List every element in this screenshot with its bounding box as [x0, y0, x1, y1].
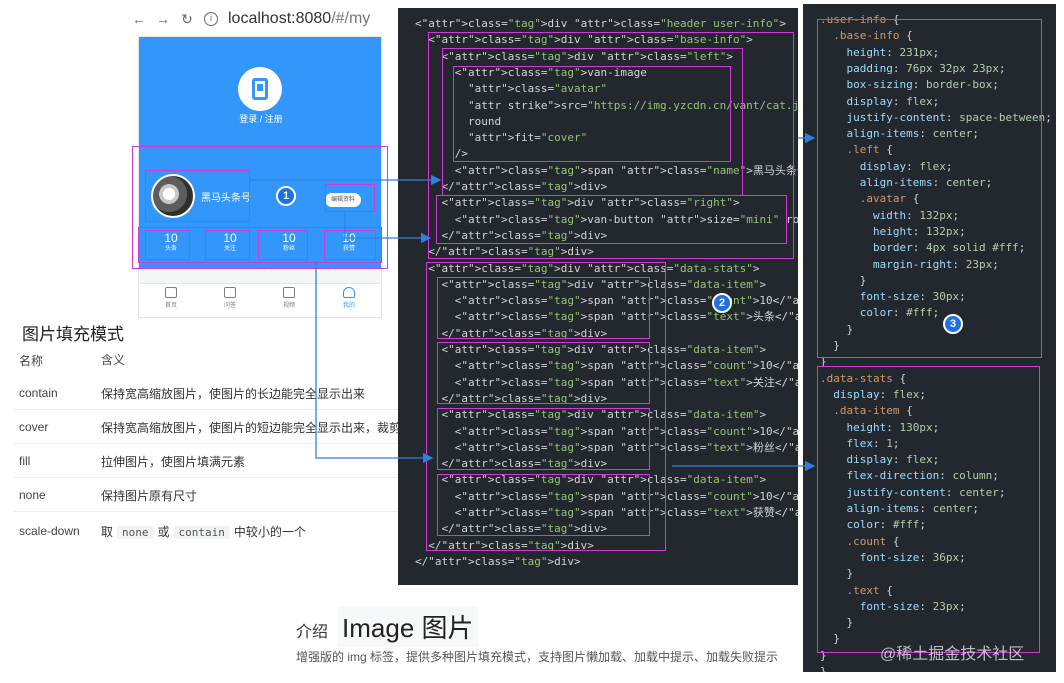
table-row: fill 拉伸图片，使图片填满元素 — [0, 444, 440, 478]
address-bar[interactable]: localhost:8080/#/my — [228, 10, 370, 28]
highlight-right — [325, 184, 375, 212]
url-path: /#/my — [331, 10, 371, 27]
fit-table-header: 名称 含义 — [0, 348, 440, 372]
highlight-right-code — [436, 195, 787, 244]
page-title: Image 图片 — [338, 606, 478, 647]
inline-code: contain — [173, 526, 230, 539]
fit-desc: 保持宽高缩放图片，使图片的长边能完全显示出来 — [101, 387, 366, 401]
highlight-data-item-code — [437, 474, 650, 536]
highlight-data-item-code — [437, 342, 650, 404]
tab-home[interactable]: 首页 — [151, 287, 191, 309]
html-code-line: <"attr">class="tag">div "attr">class="he… — [415, 17, 786, 30]
column-header: 含义 — [101, 353, 126, 367]
tab-qa[interactable]: 问答 — [210, 287, 250, 309]
highlight-data-item — [324, 230, 376, 260]
highlight-base-info-css — [817, 19, 1042, 358]
fit-name: scale-down — [19, 524, 80, 538]
highlight-data-item — [258, 230, 308, 260]
tab-label: 视频 — [282, 303, 295, 309]
tab-video[interactable]: 视频 — [269, 287, 309, 309]
video-icon — [283, 287, 295, 298]
chat-icon — [224, 287, 236, 298]
step-badge: 2 — [712, 293, 732, 313]
intro-description: 增强版的 img 标签，提供多种图片填充模式，支持图片懒加载、加载中提示、加载失… — [296, 650, 779, 664]
highlight-data-item-code — [437, 408, 650, 470]
highlight-data-stats-css — [817, 366, 1040, 653]
browser-toolbar: ← → ↻ i localhost:8080/#/my — [132, 4, 392, 34]
highlight-data-item — [205, 230, 250, 260]
reload-icon[interactable]: ↻ — [180, 11, 194, 28]
table-row: none 保持图片原有尺寸 — [0, 478, 440, 512]
fit-desc: 拉伸图片，使图片填满元素 — [101, 455, 246, 469]
bottom-tabbar: 首页 问答 视频 我的 — [139, 283, 381, 317]
table-row: contain 保持宽高缩放图片，使图片的长边能完全显示出来 — [0, 376, 440, 410]
html-code-line: </"attr">class="tag">div> — [415, 554, 581, 568]
highlight-van-image-code — [453, 66, 731, 162]
fit-name: contain — [19, 386, 58, 400]
fit-desc: 保持宽高缩放图片，使图片的短边能完全显示出来，裁剪长边 — [101, 421, 426, 435]
home-icon — [165, 287, 177, 298]
site-info-icon[interactable]: i — [204, 12, 218, 26]
fit-desc: 保持图片原有尺寸 — [101, 489, 198, 503]
tab-label: 我的 — [342, 303, 355, 309]
phone-icon — [252, 78, 268, 100]
css-code-line: } — [820, 665, 827, 672]
user-icon — [343, 287, 355, 298]
highlight-left — [145, 170, 250, 222]
fit-desc: 取 none 或 contain 中较小的一个 — [101, 525, 306, 539]
fit-name: fill — [19, 454, 31, 468]
tab-my[interactable]: 我的 — [329, 287, 369, 309]
fit-table-title: 图片填充模式 — [22, 325, 124, 344]
login-label[interactable]: 登录 / 注册 — [139, 112, 381, 125]
tab-label: 首页 — [164, 303, 177, 309]
url-host: localhost:8080 — [228, 10, 332, 27]
watermark: @稀土掘金技术社区 — [880, 646, 1025, 663]
login-button[interactable] — [238, 67, 282, 111]
column-header: 名称 — [19, 354, 44, 368]
table-row: scale-down 取 none 或 contain 中较小的一个 — [0, 514, 440, 548]
intro-label: 介绍 — [296, 624, 329, 641]
highlight-data-item-code — [437, 277, 650, 339]
step-badge: 1 — [276, 186, 296, 206]
table-row: cover 保持宽高缩放图片，使图片的短边能完全显示出来，裁剪长边 — [0, 410, 440, 444]
step-badge: 3 — [943, 314, 963, 334]
tab-label: 问答 — [223, 303, 236, 309]
fit-name: cover — [19, 420, 49, 434]
back-icon[interactable]: ← — [132, 11, 146, 27]
highlight-data-item — [145, 230, 190, 260]
inline-code: none — [117, 526, 154, 539]
intro-heading: 介绍 Image 图片 — [296, 606, 478, 647]
fit-name: none — [19, 488, 46, 502]
forward-icon[interactable]: → — [156, 11, 170, 27]
